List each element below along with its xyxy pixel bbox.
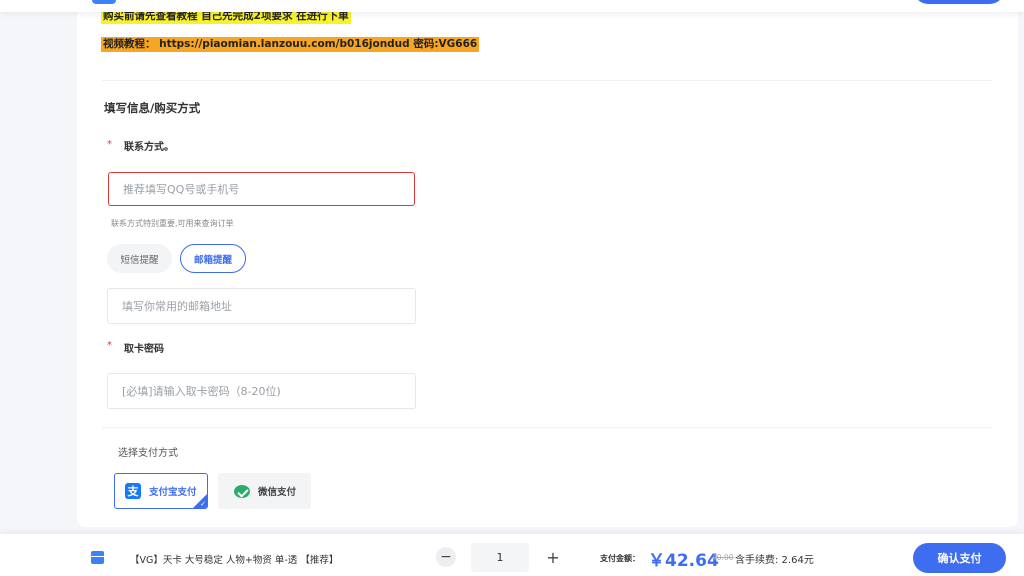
checkout-bar: 【VG】天卡 大号稳定 人物+物资 单-透 【推荐】 − + 支付金额： ￥42… [0, 534, 1024, 576]
product-name: 【VG】天卡 大号稳定 人物+物资 单-透 【推荐】 [130, 555, 339, 566]
email-reminder-button[interactable]: 邮箱提醒 [180, 244, 246, 273]
required-mark: * [107, 340, 112, 351]
wechat-pay-label: 微信支付 [258, 487, 297, 498]
quantity-decrease-button[interactable]: − [436, 547, 456, 567]
divider [102, 427, 992, 428]
alipay-icon: 支 [125, 483, 141, 499]
amount-label: 支付金额： [600, 554, 640, 563]
wechat-icon [234, 484, 250, 498]
alipay-label: 支付宝支付 [149, 487, 197, 498]
alipay-option[interactable]: 支 支付宝支付 ✓ [114, 473, 208, 509]
fee-text: 含手续费: 2.64元 [735, 555, 814, 566]
required-mark: * [107, 139, 112, 150]
quantity-input[interactable] [471, 543, 529, 572]
card-password-label: 取卡密码 [124, 344, 164, 355]
sms-reminder-button[interactable]: 短信提醒 [107, 244, 172, 273]
checkmark-icon: ✓ [200, 500, 206, 508]
email-input[interactable] [107, 288, 416, 324]
confirm-payment-button[interactable]: 确认支付 [913, 543, 1006, 573]
top-header [0, 0, 1024, 12]
section-title: 填写信息/购买方式 [104, 101, 201, 115]
product-icon [91, 551, 104, 564]
wechat-pay-option[interactable]: 微信支付 [218, 473, 311, 509]
contact-hint: 联系方式特别重要,可用来查询订单 [111, 219, 234, 228]
divider [102, 80, 992, 81]
quantity-increase-button[interactable]: + [543, 547, 563, 567]
logo-icon[interactable] [92, 0, 116, 4]
header-action-button[interactable] [914, 0, 1004, 4]
price: ￥42.64 [648, 551, 719, 571]
contact-label: 联系方式。 [124, 142, 174, 153]
notice-video-tutorial[interactable]: 视频教程： https://piaomian.lanzouu.com/b016j… [101, 37, 480, 52]
payment-method-title: 选择支付方式 [118, 448, 178, 459]
contact-input[interactable] [108, 172, 415, 206]
card-password-input[interactable] [107, 373, 416, 409]
original-price: 40.00 [712, 553, 734, 562]
